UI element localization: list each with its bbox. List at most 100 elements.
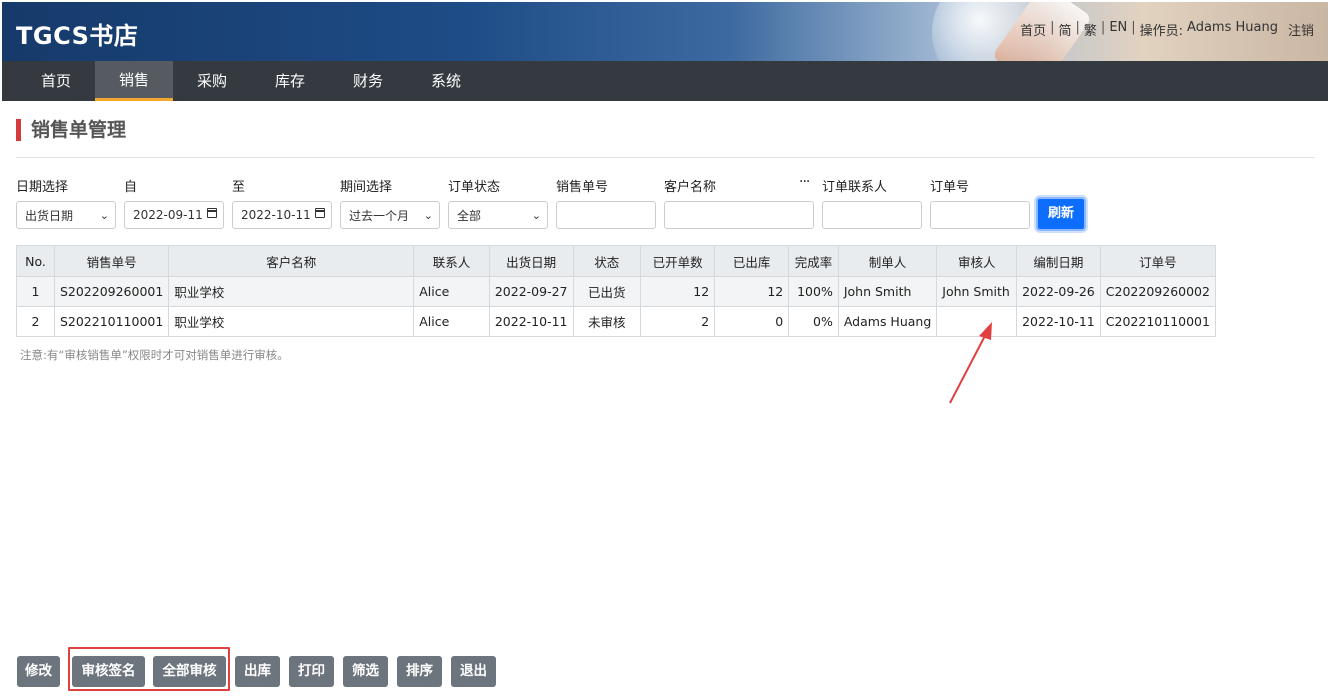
- cell: C202209260002: [1099, 276, 1217, 307]
- nav-purchase[interactable]: 采购: [173, 61, 251, 101]
- to-date-value: 2022-10-11: [241, 208, 311, 222]
- exit-button[interactable]: 退出: [451, 656, 496, 687]
- outbound-button[interactable]: 出库: [235, 656, 280, 687]
- period-label: 期间选择: [340, 180, 393, 195]
- nav-system[interactable]: 系统: [407, 61, 485, 101]
- cell: 2: [640, 306, 716, 337]
- sales-no-label: 销售单号: [556, 180, 609, 195]
- cell: John Smith: [837, 276, 938, 307]
- edit-button[interactable]: 修改: [17, 656, 60, 687]
- link-simplified[interactable]: 简: [1059, 20, 1072, 39]
- chevron-down-icon: ⌄: [423, 209, 433, 222]
- customer-label: 客户名称: [664, 180, 717, 195]
- separator: |: [1075, 20, 1080, 35]
- operator-name: Adams Huang: [1187, 20, 1278, 35]
- order-no-label: 订单号: [930, 180, 970, 195]
- calendar-icon[interactable]: [207, 208, 217, 218]
- nav-inventory[interactable]: 库存: [251, 61, 329, 101]
- period-value: 过去一个月: [349, 208, 410, 223]
- cell: 已出货: [572, 276, 642, 307]
- col-header[interactable]: 审核人: [936, 245, 1018, 277]
- nav-home[interactable]: 首页: [17, 61, 95, 101]
- divider: [16, 157, 1315, 158]
- cell: 100%: [788, 276, 839, 307]
- col-header[interactable]: 编制日期: [1016, 245, 1101, 277]
- to-label: 至: [232, 180, 246, 195]
- cell: C202210110001: [1099, 306, 1217, 337]
- chevron-down-icon: ⌄: [99, 209, 109, 222]
- calendar-icon[interactable]: [315, 208, 325, 218]
- cell: 2022-09-27: [488, 276, 574, 307]
- permission-note: 注意:有“审核销售单”权限时才可对销售单进行审核。: [20, 348, 289, 362]
- main-nav: 首页 销售 采购 库存 财务 系统: [2, 61, 1328, 101]
- cell: Alice: [413, 306, 490, 337]
- cell: Alice: [413, 276, 490, 307]
- header-banner: TGCS书店 首页 | 简 | 繁 | EN | 操作员: Adams Huan…: [2, 2, 1328, 61]
- link-traditional[interactable]: 繁: [1084, 20, 1097, 39]
- nav-sales[interactable]: 销售: [95, 61, 173, 101]
- cell: 2022-10-11: [488, 306, 574, 337]
- to-date-input[interactable]: 2022-10-11: [232, 201, 332, 229]
- table-row[interactable]: 1 S202209260001 职业学校 Alice 2022-09-27 已出…: [16, 276, 1217, 307]
- contact-input[interactable]: [822, 201, 922, 229]
- col-header[interactable]: 订单号: [1099, 245, 1217, 277]
- sales-table: No. 销售单号 客户名称 联系人 出货日期 状态 已开单数 已出库 完成率 制…: [16, 245, 1217, 337]
- date-select-value: 出货日期: [25, 208, 74, 223]
- table-header-row: No. 销售单号 客户名称 联系人 出货日期 状态 已开单数 已出库 完成率 制…: [16, 245, 1217, 277]
- separator: |: [1050, 20, 1055, 35]
- page-title: 销售单管理: [16, 119, 126, 141]
- separator: |: [1100, 20, 1106, 35]
- link-home[interactable]: 首页: [1020, 20, 1046, 39]
- cell: 未审核: [572, 306, 642, 337]
- date-select-label: 日期选择: [16, 180, 69, 195]
- from-label: 自: [124, 180, 138, 195]
- status-label: 订单状态: [448, 180, 501, 195]
- annotation-arrow-icon: [949, 322, 992, 404]
- cell: 1: [16, 276, 55, 307]
- sales-no-input[interactable]: [556, 201, 656, 229]
- refresh-button[interactable]: 刷新: [1036, 197, 1086, 231]
- chevron-down-icon: ⌄: [531, 209, 541, 222]
- cell: S202210110001: [53, 306, 170, 337]
- separator: |: [1131, 20, 1136, 35]
- sort-button[interactable]: 排序: [397, 656, 442, 687]
- date-select-dropdown[interactable]: 出货日期 ⌄: [16, 201, 116, 229]
- annotation-highlight-box: [68, 647, 230, 691]
- cell: 2022-09-26: [1016, 276, 1101, 307]
- cell: Adams Huang: [837, 306, 938, 337]
- cell: 2022-10-11: [1016, 306, 1101, 337]
- col-header[interactable]: 状态: [572, 245, 642, 277]
- cell: 0%: [788, 306, 839, 337]
- more-icon[interactable]: ···: [799, 174, 810, 190]
- filter-button[interactable]: 筛选: [343, 656, 388, 687]
- status-value: 全部: [457, 208, 482, 223]
- cell: 职业学校: [168, 306, 415, 337]
- cell: John Smith: [936, 276, 1018, 307]
- col-header[interactable]: 已出库: [714, 245, 790, 277]
- col-header[interactable]: 出货日期: [488, 245, 574, 277]
- from-date-value: 2022-09-11: [133, 208, 203, 222]
- col-header[interactable]: 联系人: [413, 245, 490, 277]
- period-dropdown[interactable]: 过去一个月 ⌄: [340, 201, 440, 229]
- status-dropdown[interactable]: 全部 ⌄: [448, 201, 548, 229]
- operator-label: 操作员:: [1139, 24, 1184, 39]
- cell: 12: [714, 276, 790, 307]
- col-header[interactable]: No.: [16, 245, 55, 277]
- col-header[interactable]: 销售单号: [53, 245, 170, 277]
- col-header[interactable]: 完成率: [788, 245, 839, 277]
- print-button[interactable]: 打印: [289, 656, 334, 687]
- logout-link[interactable]: 注销: [1288, 20, 1314, 39]
- from-date-input[interactable]: 2022-09-11: [124, 201, 224, 229]
- cell: 2: [16, 306, 55, 337]
- nav-finance[interactable]: 财务: [329, 61, 407, 101]
- cell: 0: [714, 306, 790, 337]
- link-english[interactable]: EN: [1109, 20, 1127, 39]
- col-header[interactable]: 客户名称: [168, 245, 415, 277]
- customer-input[interactable]: [664, 201, 814, 229]
- order-no-input[interactable]: [930, 201, 1030, 229]
- col-header[interactable]: 制单人: [837, 245, 938, 277]
- col-header[interactable]: 已开单数: [640, 245, 716, 277]
- table-row[interactable]: 2 S202210110001 职业学校 Alice 2022-10-11 未审…: [16, 306, 1217, 337]
- cell: 12: [640, 276, 716, 307]
- cell: S202209260001: [53, 276, 170, 307]
